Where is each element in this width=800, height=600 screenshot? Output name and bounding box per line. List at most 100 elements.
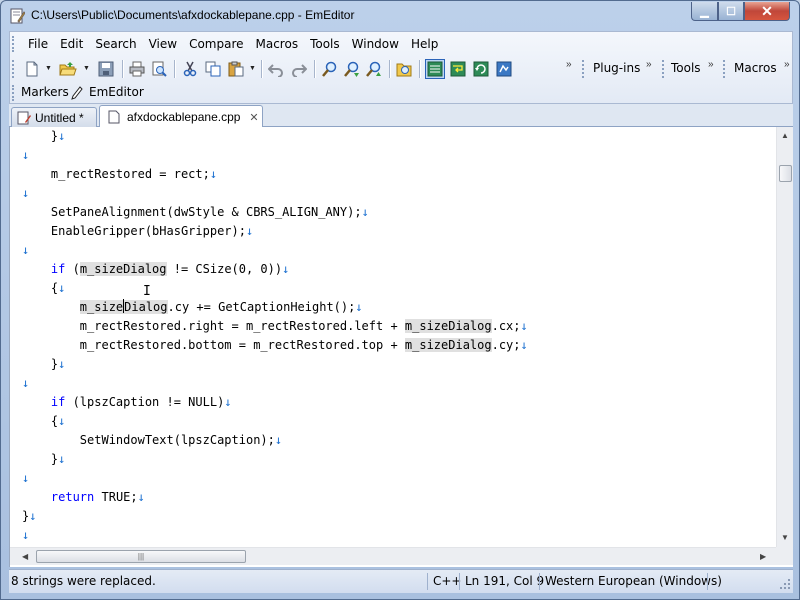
- code-area[interactable]: }↓ ↓ m_rectRestored = rect;↓ ↓ SetPaneAl…: [22, 127, 774, 545]
- emeditor-button[interactable]: EmEditor: [89, 85, 144, 99]
- code-line[interactable]: return TRUE;↓: [22, 488, 145, 507]
- code-line[interactable]: EnableGripper(bHasGripper);↓: [22, 222, 253, 241]
- code-line[interactable]: }↓: [22, 355, 65, 374]
- code-line[interactable]: if (m_sizeDialog != CSize(0, 0))↓: [22, 260, 289, 279]
- macros-toolbar-button[interactable]: Macros: [734, 61, 777, 75]
- scroll-left-arrow-icon[interactable]: ◀: [22, 552, 28, 561]
- emeditor-app-icon[interactable]: [9, 8, 25, 24]
- paste-dropdown-icon[interactable]: ▼: [249, 65, 256, 72]
- redo-button[interactable]: [289, 59, 309, 79]
- print-preview-button[interactable]: [149, 59, 169, 79]
- tab-afxdockablepane[interactable]: afxdockablepane.cpp ✕: [99, 105, 263, 128]
- toolbar-separator: [174, 60, 175, 78]
- tools-overflow-chevron-icon[interactable]: »: [708, 59, 713, 70]
- scroll-up-arrow-icon[interactable]: ▲: [781, 131, 789, 140]
- plugins-overflow-chevron-icon[interactable]: »: [646, 59, 651, 70]
- code-line[interactable]: {↓: [22, 279, 65, 298]
- copy-button[interactable]: [203, 59, 223, 79]
- vertical-scrollbar[interactable]: ▲ ▼: [776, 127, 793, 547]
- toolbar-grip[interactable]: [12, 60, 15, 78]
- title-bar[interactable]: C:\Users\Public\Documents\afxdockablepan…: [1, 1, 799, 31]
- open-folder-icon: [59, 62, 77, 76]
- document-icon: [108, 110, 120, 124]
- menu-search[interactable]: Search: [89, 37, 142, 51]
- find-next-button[interactable]: [342, 59, 362, 79]
- cut-button[interactable]: [180, 59, 200, 79]
- menu-file[interactable]: File: [16, 37, 54, 51]
- markers-button[interactable]: Markers: [21, 85, 69, 99]
- status-language[interactable]: C++: [433, 574, 462, 588]
- status-position[interactable]: Ln 191, Col 9: [465, 574, 544, 588]
- toggle-button[interactable]: [494, 59, 514, 79]
- code-line[interactable]: }↓: [22, 507, 36, 526]
- scroll-right-arrow-icon[interactable]: ▶: [760, 552, 766, 561]
- code-line[interactable]: ↓: [22, 526, 29, 545]
- find-in-files-icon: [396, 63, 412, 77]
- horizontal-scrollbar[interactable]: ◀ ||| ▶: [10, 547, 776, 565]
- code-line[interactable]: }↓: [22, 127, 65, 146]
- code-line[interactable]: ↓: [22, 184, 29, 203]
- code-line[interactable]: if (lpszCaption != NULL)↓: [22, 393, 232, 412]
- minimize-button[interactable]: ▁: [691, 2, 718, 21]
- menu-macros[interactable]: Macros: [250, 37, 305, 51]
- toolbar-separator: [261, 60, 262, 78]
- horizontal-scroll-thumb[interactable]: |||: [36, 550, 246, 563]
- resize-grip-icon[interactable]: [779, 578, 791, 590]
- open-dropdown-icon[interactable]: ▼: [83, 65, 90, 72]
- code-line[interactable]: SetPaneAlignment(dwStyle & CBRS_ALIGN_AN…: [22, 203, 369, 222]
- undo-button[interactable]: [266, 59, 286, 79]
- tools-toolbar-button[interactable]: Tools: [671, 61, 701, 75]
- code-line[interactable]: }↓: [22, 450, 65, 469]
- refresh-button[interactable]: [471, 59, 491, 79]
- code-line[interactable]: {↓: [22, 412, 65, 431]
- new-dropdown-icon[interactable]: ▼: [45, 65, 52, 72]
- word-wrap-button[interactable]: [448, 59, 468, 79]
- print-preview-icon: [152, 61, 167, 77]
- macros-overflow-chevron-icon[interactable]: »: [784, 59, 789, 70]
- scrollbar-corner: [776, 547, 793, 565]
- code-line[interactable]: m_rectRestored.bottom = m_rectRestored.t…: [22, 336, 528, 355]
- code-line[interactable]: ↓: [22, 146, 29, 165]
- code-line[interactable]: SetWindowText(lpszCaption);↓: [22, 431, 282, 450]
- code-line-current[interactable]: m_sizeDialog.cy += GetCaptionHeight();↓: [22, 298, 363, 317]
- menu-window[interactable]: Window: [346, 37, 405, 51]
- code-line[interactable]: ↓: [22, 469, 29, 488]
- find-previous-button[interactable]: [364, 59, 384, 79]
- vertical-scroll-thumb[interactable]: [779, 165, 792, 182]
- code-line[interactable]: m_rectRestored.right = m_rectRestored.le…: [22, 317, 528, 336]
- scroll-down-arrow-icon[interactable]: ▼: [781, 533, 789, 542]
- tab-close-icon[interactable]: ✕: [249, 111, 258, 124]
- menu-grip[interactable]: [12, 36, 15, 52]
- find-in-files-button[interactable]: [394, 59, 414, 79]
- code-line[interactable]: ↓: [22, 374, 29, 393]
- status-separator: [459, 573, 460, 590]
- code-line[interactable]: ↓: [22, 241, 29, 260]
- tab-untitled[interactable]: Untitled *: [11, 107, 97, 127]
- menu-help[interactable]: Help: [405, 37, 444, 51]
- text-editor[interactable]: }↓ ↓ m_rectRestored = rect;↓ ↓ SetPaneAl…: [9, 127, 793, 567]
- close-button[interactable]: ✕: [744, 2, 790, 21]
- macros-toolbar-grip[interactable]: [723, 60, 726, 78]
- open-button[interactable]: [58, 59, 78, 79]
- plugins-toolbar-button[interactable]: Plug-ins: [593, 61, 640, 75]
- print-button[interactable]: [127, 59, 147, 79]
- pen-icon[interactable]: [71, 86, 83, 100]
- status-encoding[interactable]: Western European (Windows): [545, 574, 722, 588]
- status-bar: 8 strings were replaced. C++ Ln 191, Col…: [9, 569, 793, 593]
- tab-label: Untitled *: [35, 110, 84, 125]
- tools-toolbar-grip[interactable]: [662, 60, 665, 78]
- new-button[interactable]: [22, 59, 42, 79]
- find-button[interactable]: [320, 59, 340, 79]
- save-button[interactable]: [96, 59, 116, 79]
- markers-toolbar-grip[interactable]: [12, 85, 15, 101]
- paste-button[interactable]: [226, 59, 246, 79]
- menu-edit[interactable]: Edit: [54, 37, 89, 51]
- maximize-button[interactable]: ☐: [718, 2, 744, 21]
- view-marks-button[interactable]: [425, 59, 445, 79]
- menu-compare[interactable]: Compare: [183, 37, 249, 51]
- toolbar-overflow-chevron-icon[interactable]: »: [566, 59, 571, 70]
- menu-tools[interactable]: Tools: [304, 37, 346, 51]
- menu-view[interactable]: View: [143, 37, 183, 51]
- plugins-toolbar-grip[interactable]: [582, 60, 585, 78]
- code-line[interactable]: m_rectRestored = rect;↓: [22, 165, 217, 184]
